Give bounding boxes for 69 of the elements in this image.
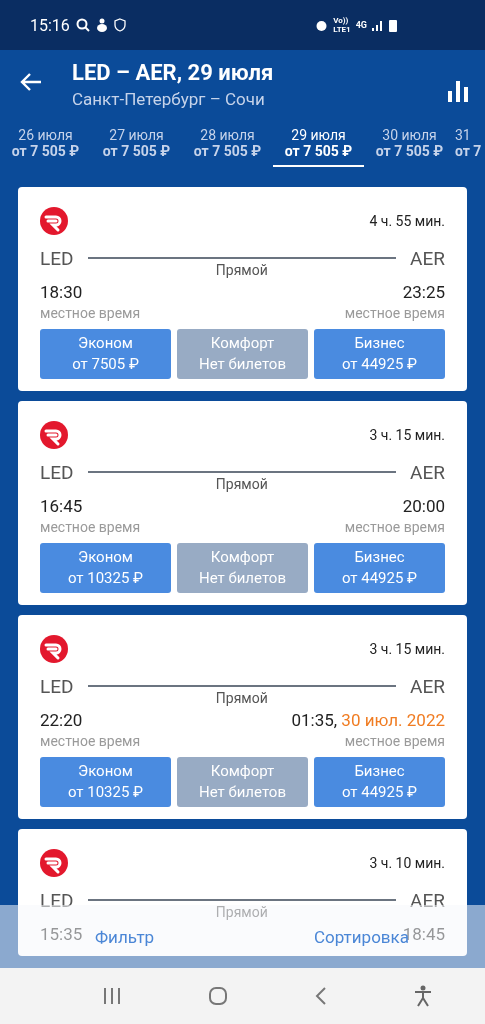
fare-button[interactable]: Комфорт Нет билетов: [177, 757, 308, 807]
airline-logo-icon: [40, 207, 68, 235]
stops-label: Прямой: [215, 690, 268, 706]
airline-logo-icon: [40, 421, 68, 449]
destination-code: AER: [410, 247, 445, 271]
home-icon[interactable]: [208, 986, 229, 1006]
signal-icon: [372, 19, 384, 31]
airline-logo-icon: [40, 635, 68, 663]
stops-label: Прямой: [215, 262, 268, 278]
shield-icon: [113, 18, 126, 32]
arrival-time: 23:25: [402, 282, 445, 302]
origin-code: LED: [40, 247, 74, 271]
stops-label: Прямой: [215, 904, 268, 920]
origin-code: LED: [40, 675, 74, 699]
arrival-time: 20:00: [402, 496, 445, 516]
arrival-date: 30 июл. 2022: [341, 710, 445, 730]
flight-duration: 3 ч. 15 мин.: [369, 641, 445, 657]
time-note: местное время: [40, 733, 141, 749]
date-tab[interactable]: 30 июля от 7 505 ₽: [364, 125, 455, 167]
time-note: местное время: [344, 519, 445, 535]
date-tab[interactable]: 26 июля от 7 505 ₽: [0, 125, 91, 167]
origin-code: LED: [40, 461, 74, 485]
time-note: местное время: [344, 305, 445, 321]
time-note: местное время: [344, 733, 445, 749]
back-icon[interactable]: [20, 72, 42, 92]
date-tab[interactable]: 29 июля от 7 505 ₽: [273, 125, 364, 167]
date-tab[interactable]: 27 июля от 7 505 ₽: [91, 125, 182, 167]
fare-button[interactable]: Эконом от 7505 ₽: [40, 329, 171, 379]
flight-card[interactable]: 4 ч. 55 мин. LED Прямой AER 18:30 23:25 местное время местное время Эконом от 7505 ₽ Комфорт Нет билетов Бизнес от 44925 ₽: [18, 187, 467, 391]
date-tab[interactable]: 28 июля от 7 505 ₽: [182, 125, 273, 167]
fare-button[interactable]: Бизнес от 44925 ₽: [314, 329, 445, 379]
flight-duration: 4 ч. 55 мин.: [369, 213, 445, 229]
flight-duration: 3 ч. 10 мин.: [369, 855, 445, 871]
flight-card[interactable]: 3 ч. 15 мин. LED Прямой AER 22:20 01:35, 30 июл. 2022 местное время местное время Эконом от 10325 ₽ Комфорт Нет билетов Бизнес от 44925 ₽: [18, 615, 467, 819]
departure-time: 15:35: [40, 924, 83, 944]
destination-code: AER: [410, 889, 445, 913]
recent-apps-icon[interactable]: [103, 988, 122, 1004]
accessibility-icon[interactable]: [413, 985, 432, 1007]
fare-button[interactable]: Эконом от 10325 ₽: [40, 757, 171, 807]
fare-button[interactable]: Эконом от 10325 ₽: [40, 543, 171, 593]
header-subtitle: Санкт-Петербург – Сочи: [72, 89, 266, 109]
destination-code: AER: [410, 461, 445, 485]
departure-time: 22:20: [40, 710, 83, 730]
departure-time: 16:45: [40, 496, 83, 516]
airline-logo-icon: [40, 849, 68, 877]
fare-button[interactable]: Комфорт Нет билетов: [177, 329, 308, 379]
arrival-time: 01:35,: [291, 710, 338, 730]
time-note: местное время: [40, 519, 141, 535]
date-tab[interactable]: 31 от 7: [455, 125, 482, 167]
time-note: местное время: [40, 305, 141, 321]
clock: 15:16: [30, 15, 70, 35]
fare-button[interactable]: Бизнес от 44925 ₽: [314, 757, 445, 807]
fare-button[interactable]: Комфорт Нет билетов: [177, 543, 308, 593]
stops-label: Прямой: [215, 476, 268, 492]
figure-icon: [95, 18, 108, 32]
back-nav-icon[interactable]: [314, 987, 327, 1005]
volte-label: Vo)) LTE1: [333, 16, 351, 34]
fare-button[interactable]: Бизнес от 44925 ₽: [314, 543, 445, 593]
bar-chart-icon[interactable]: [447, 80, 469, 102]
origin-code: LED: [40, 889, 74, 913]
flight-duration: 3 ч. 15 мин.: [369, 427, 445, 443]
flight-card[interactable]: 3 ч. 15 мин. LED Прямой AER 16:45 20:00 местное время местное время Эконом от 10325 ₽ Комфорт Нет билетов Бизнес от 44925 ₽: [18, 401, 467, 605]
battery-icon: [389, 18, 397, 32]
destination-code: AER: [410, 675, 445, 699]
search-icon: [75, 18, 90, 32]
header-title: LED – AER, 29 июля: [72, 60, 275, 85]
filter-button[interactable]: Фильтр: [95, 926, 155, 947]
network-label: 4G: [355, 20, 367, 30]
departure-time: 18:30: [40, 282, 83, 302]
